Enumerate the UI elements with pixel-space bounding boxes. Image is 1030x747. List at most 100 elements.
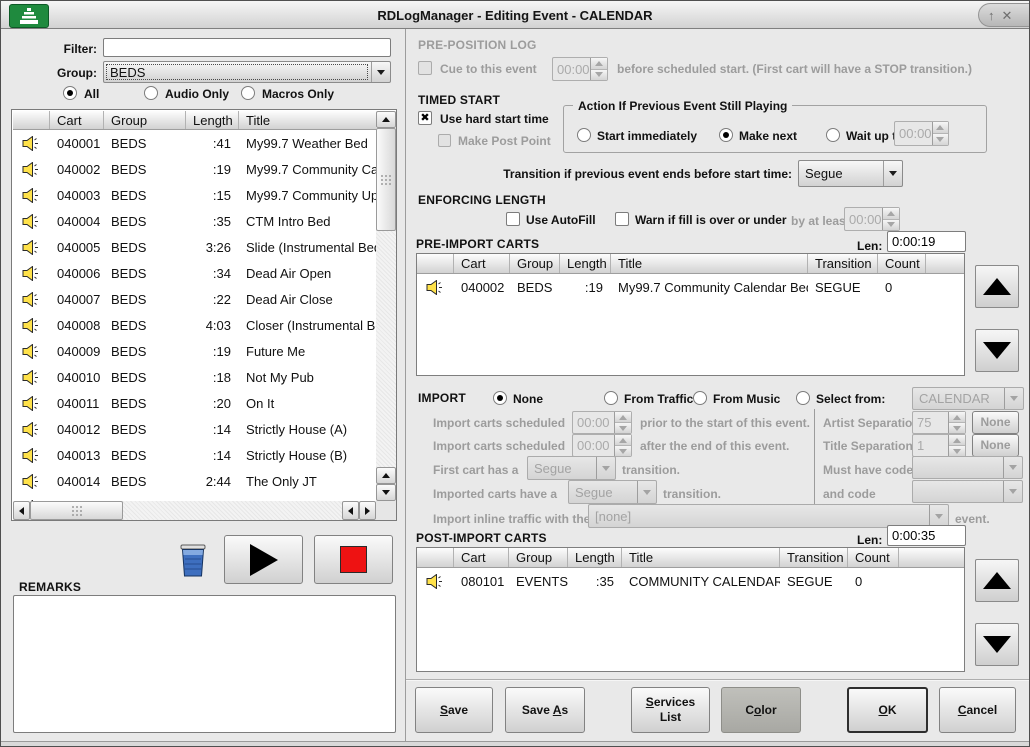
pre-import-move-up-button[interactable] [975,265,1019,308]
cart-list-row[interactable]: 040006 BEDS :34 Dead Air Open [13,260,376,286]
col-title[interactable]: Title [239,111,376,129]
cart-list-row[interactable]: 040012 BEDS :14 Strictly House (A) [13,416,376,442]
cart-list-row[interactable]: 040011 BEDS :20 On It [13,390,376,416]
radio-audio-only[interactable] [144,86,158,100]
spin-up-icon[interactable] [933,122,948,133]
autofill-checkbox[interactable] [506,212,520,226]
filter-input[interactable] [103,38,391,57]
cart-list-row[interactable]: 040014 BEDS 2:44 The Only JT [13,468,376,494]
color-button[interactable]: Color [721,687,801,733]
spin-down-icon[interactable] [591,69,607,81]
col-count[interactable]: Count [878,254,926,273]
radio-wait-up-to[interactable] [826,128,840,142]
cart-list-row[interactable]: 040015 BEDS [13,494,376,501]
title-separation-spinbox[interactable]: 1 [912,434,966,457]
col-icon[interactable] [417,548,454,567]
cart-list-row[interactable]: 040013 BEDS :14 Strictly House (B) [13,442,376,468]
spin-up-icon[interactable] [949,412,965,422]
radio-import-music[interactable] [693,391,707,405]
radio-start-immediately[interactable] [577,128,591,142]
scroll-left-icon[interactable] [342,501,359,520]
post-import-move-down-button[interactable] [975,623,1019,666]
cue-time-spinbox[interactable]: 00:00 [552,57,608,81]
wait-time-spinbox[interactable]: 00:00 [894,121,949,146]
post-point-checkbox[interactable] [438,134,451,147]
radio-import-traffic[interactable] [604,391,618,405]
spin-down-icon[interactable] [615,422,631,433]
col-length[interactable]: Length [186,111,239,129]
col-count[interactable]: Count [848,548,899,567]
cart-list-row[interactable]: 040008 BEDS 4:03 Closer (Instrumental Be… [13,312,376,338]
by-at-least-spinbox[interactable]: 00:00 [844,207,900,231]
cart-list-row[interactable]: 040007 BEDS :22 Dead Air Close [13,286,376,312]
radio-import-select-from[interactable] [796,391,810,405]
imported-carts-transition-select[interactable]: Segue [568,480,657,504]
save-button[interactable]: Save [415,687,493,733]
scroll-down-icon[interactable] [376,484,396,501]
spin-down-icon[interactable] [933,133,948,145]
trash-icon[interactable] [177,541,209,579]
hscroll-thumb[interactable] [30,501,123,520]
vscroll-thumb[interactable] [376,128,396,231]
radio-all[interactable] [63,86,77,100]
chevron-down-icon[interactable] [883,161,902,186]
cart-list-row[interactable]: 040010 BEDS :18 Not My Pub [13,364,376,390]
cart-list-row[interactable]: 040005 BEDS 3:26 Slide (Instrumental Bed… [13,234,376,260]
scroll-up-icon[interactable] [376,467,396,484]
col-transition[interactable]: Transition [808,254,878,273]
spin-up-icon[interactable] [615,435,631,445]
first-cart-transition-select[interactable]: Segue [527,456,616,480]
artist-separation-none-button[interactable]: None [972,411,1019,434]
spin-up-icon[interactable] [949,435,965,445]
must-have-code-select[interactable] [912,456,1023,479]
scroll-right-icon[interactable] [359,501,376,520]
save-as-button[interactable]: Save As [505,687,585,733]
spin-down-icon[interactable] [949,422,965,433]
col-title[interactable]: Title [611,254,808,273]
col-cart[interactable]: Cart [454,548,509,567]
group-select[interactable]: BEDS [103,61,391,83]
shade-window-icon[interactable]: ↑ [988,9,995,22]
cancel-button[interactable]: Cancel [939,687,1016,733]
ok-button[interactable]: OK [847,687,928,733]
radio-import-none[interactable] [493,391,507,405]
radio-macros-only[interactable] [241,86,255,100]
select-from-event-select[interactable]: CALENDAR [912,387,1024,410]
cart-list-vscrollbar[interactable] [376,111,396,501]
stop-button[interactable] [314,535,393,584]
post-import-len-input[interactable] [887,525,966,546]
post-import-row[interactable]: 080101 EVENTS :35 COMMUNITY CALENDAR SEG… [417,568,964,594]
cart-list-row[interactable]: 040009 BEDS :19 Future Me [13,338,376,364]
col-cart[interactable]: Cart [454,254,510,273]
cart-list-row[interactable]: 040001 BEDS :41 My99.7 Weather Bed [13,130,376,156]
scroll-up-icon[interactable] [376,111,396,128]
col-title[interactable]: Title [622,548,780,567]
sched-after-spinbox[interactable]: 00:00 [572,434,632,457]
scroll-left-icon[interactable] [13,501,30,520]
cart-list-row[interactable]: 040002 BEDS :19 My99.7 Community Calenda… [13,156,376,182]
col-transition[interactable]: Transition [780,548,848,567]
cart-list-row[interactable]: 040003 BEDS :15 My99.7 Community Upd [13,182,376,208]
spin-up-icon[interactable] [615,412,631,422]
and-code-select[interactable] [912,480,1023,503]
radio-make-next[interactable] [719,128,733,142]
pre-import-move-down-button[interactable] [975,329,1019,372]
remarks-textarea[interactable] [13,595,396,733]
pre-import-row[interactable]: 040002 BEDS :19 My99.7 Community Calenda… [417,274,964,300]
sched-prior-spinbox[interactable]: 00:00 [572,411,632,434]
col-group[interactable]: Group [510,254,560,273]
cue-to-event-checkbox[interactable] [418,61,432,75]
cart-list-row[interactable]: 040004 BEDS :35 CTM Intro Bed [13,208,376,234]
play-button[interactable] [224,535,303,584]
title-separation-none-button[interactable]: None [972,434,1019,457]
transition-before-start-select[interactable]: Segue [798,160,903,187]
hard-start-checkbox[interactable] [418,111,432,125]
col-group[interactable]: Group [509,548,568,567]
artist-separation-spinbox[interactable]: 75 [912,411,966,434]
col-cart[interactable]: Cart [50,111,104,129]
col-length[interactable]: Length [560,254,611,273]
close-window-icon[interactable]: ✕ [1002,9,1013,22]
spin-down-icon[interactable] [883,219,899,231]
pre-import-len-input[interactable] [887,231,966,252]
chevron-down-icon[interactable] [371,62,390,82]
